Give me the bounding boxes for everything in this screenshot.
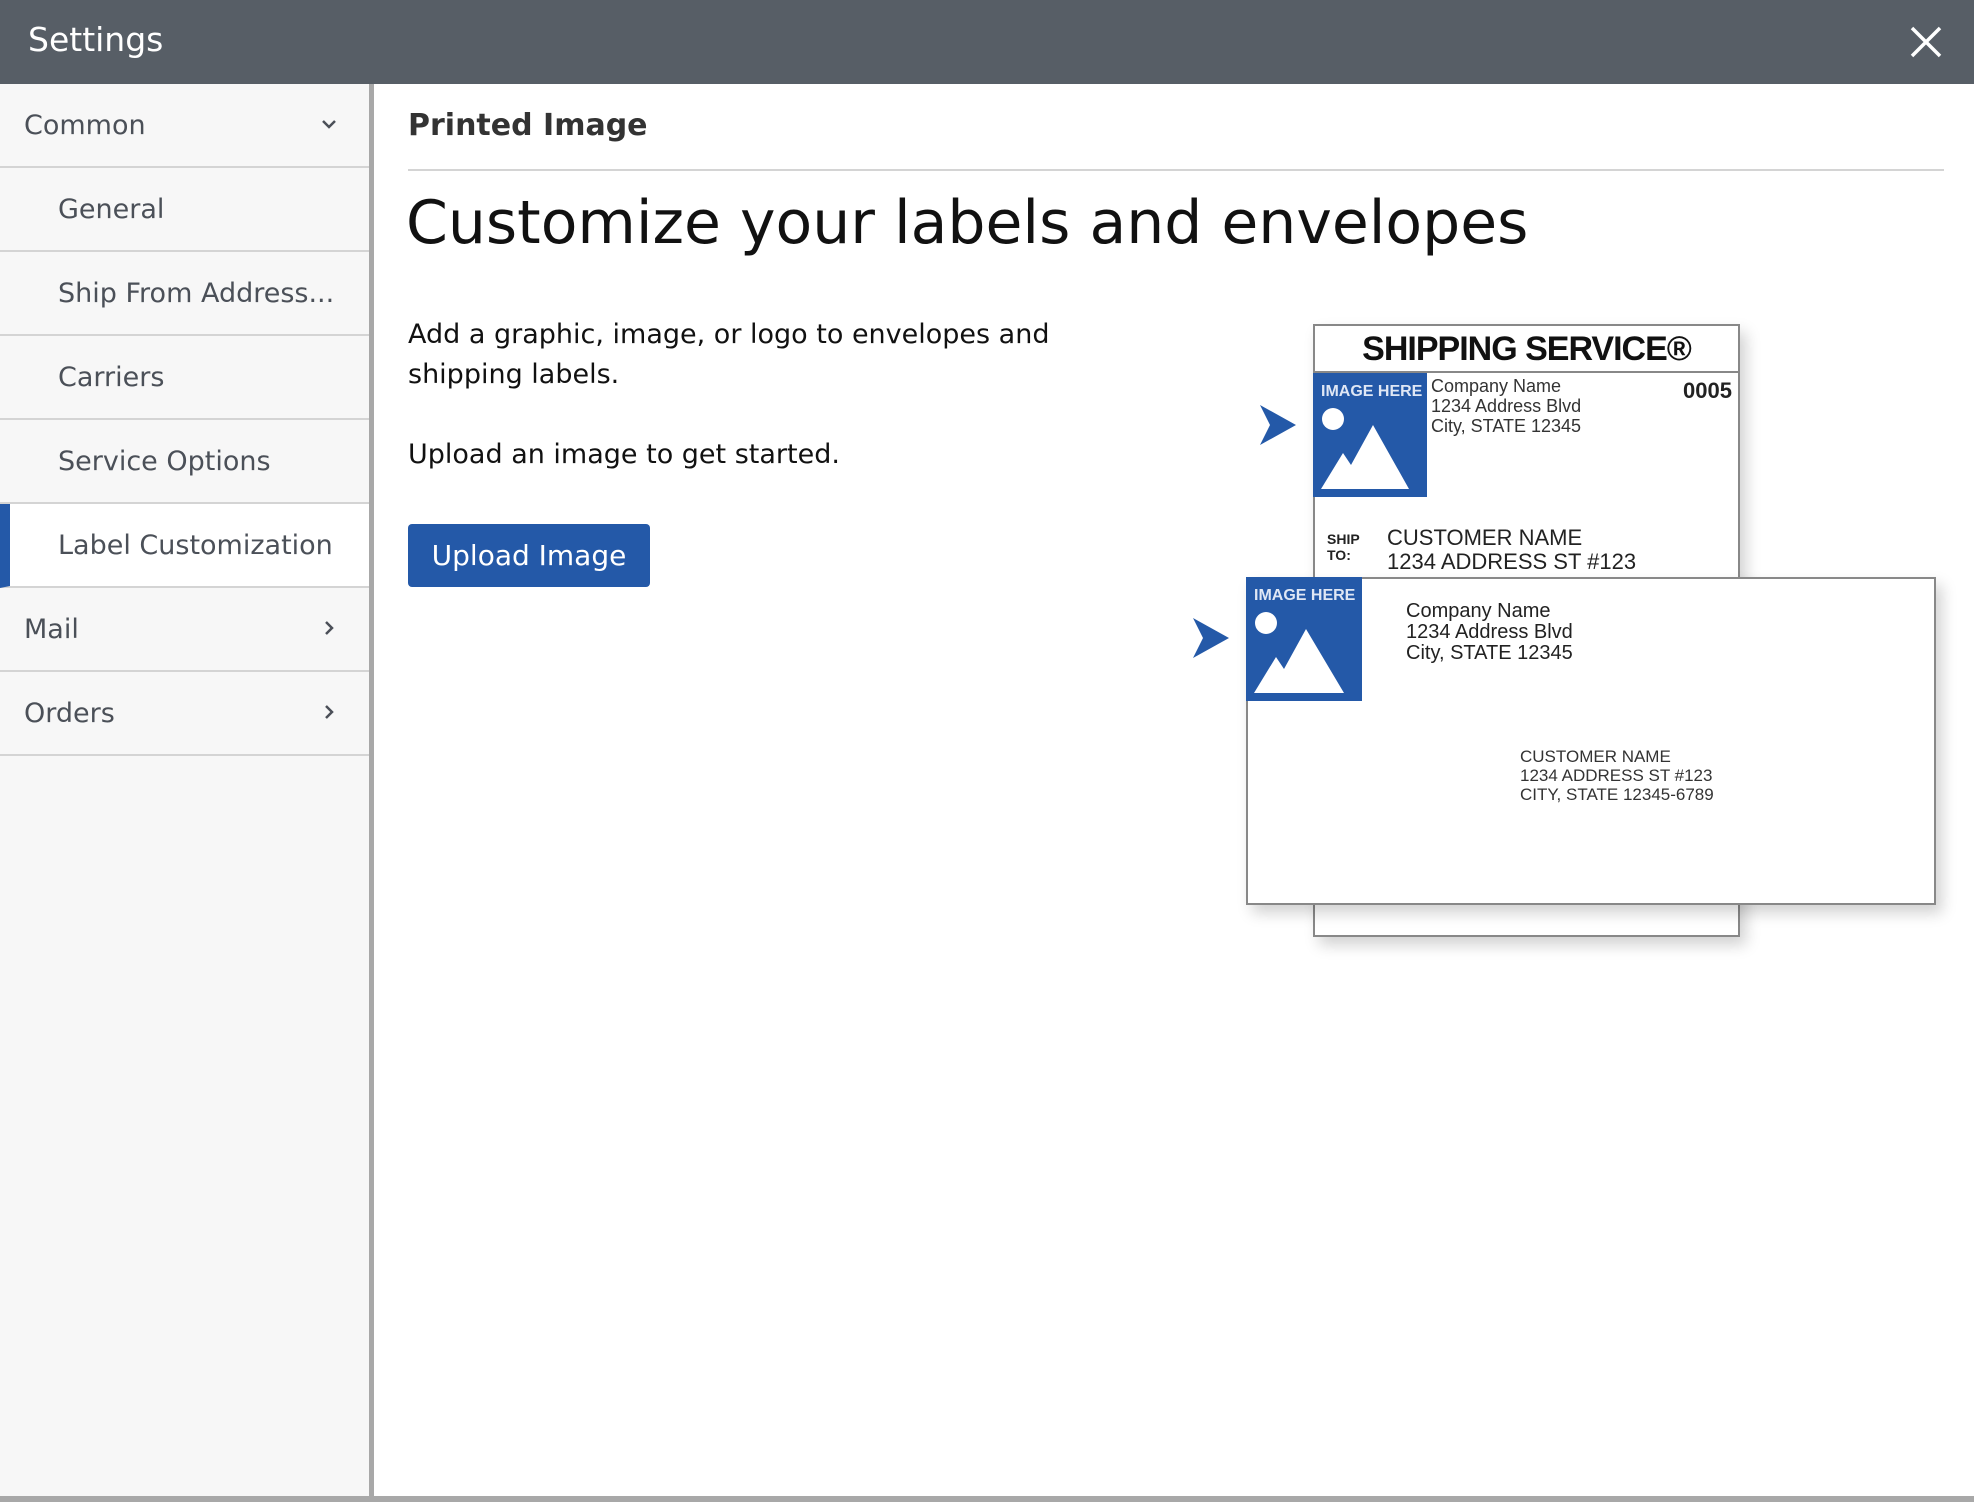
chevron-right-icon [325,705,334,719]
sidebar-item-ship-from-address[interactable]: Ship From Address... [0,252,369,336]
sidebar-item-label: Label Customization [58,529,333,561]
sidebar-item-label: Orders [24,697,115,729]
chevron-right-icon [325,621,334,635]
sidebar-item-orders[interactable]: Orders [0,672,369,756]
sidebar-item-label: Mail [24,613,79,645]
sidebar: Common General Ship From Address... Carr… [0,84,374,1496]
instruction: Upload an image to get started. [408,439,840,470]
chevron-down-icon [322,120,336,129]
label-to-address: CUSTOMER NAME 1234 ADDRESS ST #123 [1387,525,1637,574]
sidebar-item-label: Carriers [58,361,165,393]
image-icon [1321,408,1409,489]
sidebar-item-label: Ship From Address... [58,277,335,309]
label-from-address: Company Name 1234 Address Blvd City, STATE… [1431,376,1582,436]
sidebar-item-label: General [58,193,165,225]
sidebar-item-label-customization[interactable]: Label Customization [0,504,369,588]
envelope-to-address: CUSTOMER NAME 1234 ADDRESS ST #123 CITY, S… [1520,747,1714,804]
description: Add a graphic, image, or logo to envelop… [408,319,1050,390]
section-title: Printed Image [408,108,648,143]
sidebar-item-label: Common [24,109,146,141]
upload-image-button[interactable]: Upload Image [408,524,650,587]
window-title: Settings [28,20,164,59]
sidebar-item-carriers[interactable]: Carriers [0,336,369,420]
label-number: 0005 [1683,378,1732,403]
envelope-from-address: Company Name 1234 Address Blvd City, STATE… [1406,600,1573,664]
arrow-pointer-icon [1193,618,1229,658]
image-placeholder: IMAGE HERE [1246,577,1362,701]
arrow-pointer-icon [1260,405,1296,445]
image-icon [1254,612,1344,693]
sidebar-item-label: Service Options [58,445,271,477]
bottom-border [0,1496,1974,1502]
sidebar-item-mail[interactable]: Mail [0,588,369,672]
title-bar: Settings [0,0,1974,84]
ship-to-label: SHIP TO: [1327,531,1360,563]
sidebar-item-service-options[interactable]: Service Options [0,420,369,504]
page-headline: Customize your labels and envelopes [406,188,1529,258]
envelope-preview: IMAGE HERE Company Name 1234 Address Blvd… [1246,577,1936,905]
sidebar-item-common[interactable]: Common [0,84,369,168]
label-service-name: SHIPPING SERVICE® [1362,330,1692,368]
divider [408,169,1944,171]
close-icon[interactable] [1906,22,1946,62]
image-placeholder: IMAGE HERE [1313,373,1427,497]
sidebar-item-general[interactable]: General [0,168,369,252]
